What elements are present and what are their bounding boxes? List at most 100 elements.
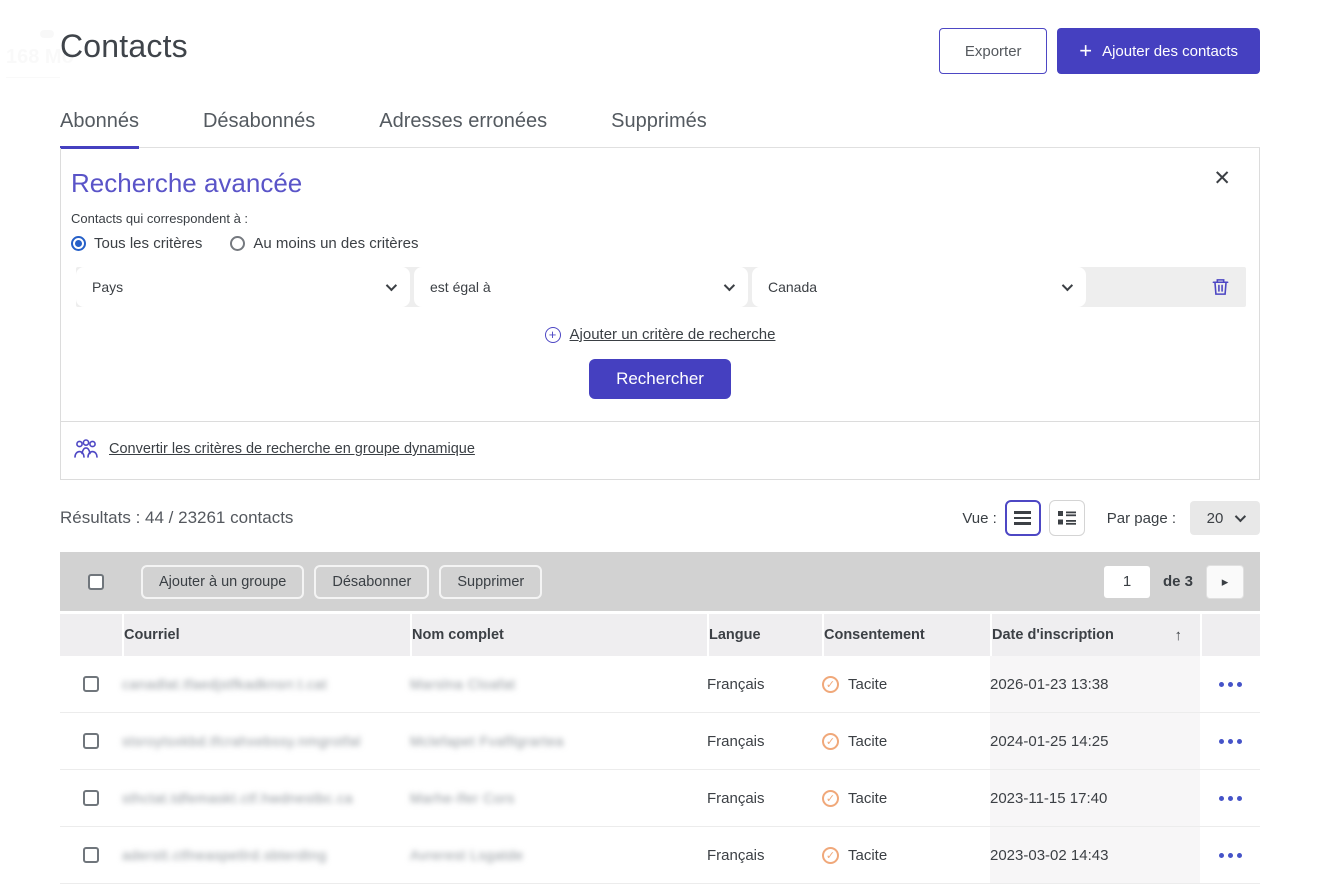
row-actions-menu[interactable] [1219,790,1242,807]
add-criteria-link-label[interactable]: Ajouter un critère de recherche [570,326,776,343]
contact-language: Français [707,847,822,864]
contact-email-redacted: canadlat.tfaedjstfkadknsrr.t.cat [122,676,327,692]
ghost-divider [6,77,60,78]
radio-checked-icon [71,236,86,251]
add-contacts-button[interactable]: + Ajouter des contacts [1057,28,1260,74]
header-date-label: Date d'inscription [992,627,1114,643]
ghost-pill [40,30,54,38]
row-actions-menu[interactable] [1219,676,1242,693]
criteria-field-select[interactable]: Pays [76,267,410,307]
close-icon[interactable]: ✕ [1213,168,1231,189]
card-view-toggle[interactable] [1049,500,1085,536]
radio-unchecked-icon [230,236,245,251]
contact-name-redacted: Marhe-lfer Cors [410,790,515,806]
plus-circle-icon: + [545,327,561,343]
header-checkbox-cell [60,614,122,656]
trash-icon [1211,277,1230,297]
row-checkbox[interactable] [83,733,99,749]
row-actions-menu[interactable] [1219,847,1242,864]
header-langue[interactable]: Langue [707,614,822,656]
tab-supprimes[interactable]: Supprimés [611,110,707,147]
per-page-select[interactable]: 20 [1190,501,1260,535]
header-consentement[interactable]: Consentement [822,614,990,656]
select-all-checkbox[interactable] [88,574,104,590]
criteria-value: Canada [768,279,817,295]
search-criteria-row: Pays est égal à Canada [76,267,1246,307]
consent-check-icon: ✓ [822,733,839,750]
chevron-down-icon [1062,280,1073,291]
results-summary: Résultats : 44 / 23261 contacts [60,508,293,528]
header-date-inscription[interactable]: Date d'inscription ↑ [990,614,1200,656]
table-header: Courriel Nom complet Langue Consentement… [60,614,1260,656]
results-bar: Résultats : 44 / 23261 contacts Vue : Pa… [60,500,1260,536]
criteria-value-select[interactable]: Canada [752,267,1086,307]
list-view-icon [1014,511,1031,525]
table-row: sthctat.tdfemaskt.ctf.hwdnestbc.ca Marhe… [60,770,1260,827]
page-number-input[interactable] [1104,566,1150,598]
next-page-icon: ▸ [1222,574,1229,590]
plus-icon: + [1079,40,1092,62]
per-page-label: Par page : [1107,510,1176,527]
consent-label: Tacite [848,676,887,693]
chevron-down-icon [386,280,397,291]
table-row: canadlat.tfaedjstfkadknsrr.t.cat Marslna… [60,656,1260,713]
radio-any-criteria[interactable]: Au moins un des critères [230,235,418,252]
header-nom-complet[interactable]: Nom complet [410,614,707,656]
row-checkbox[interactable] [83,790,99,806]
row-checkbox[interactable] [83,676,99,692]
header-actions-cell [1200,614,1260,656]
contacts-tabs: Abonnés Désabonnés Adresses erronées Sup… [60,110,1260,148]
advanced-search-panel: ✕ Recherche avancée Contacts qui corresp… [60,148,1260,480]
unsubscribe-button[interactable]: Désabonner [314,565,429,599]
consent-label: Tacite [848,733,887,750]
chevron-down-icon [1235,511,1246,522]
row-checkbox[interactable] [83,847,99,863]
consent-check-icon: ✓ [822,847,839,864]
list-view-toggle[interactable] [1005,500,1041,536]
radio-all-criteria[interactable]: Tous les critères [71,235,202,252]
card-view-icon [1058,510,1076,526]
radio-all-criteria-label: Tous les critères [94,235,202,252]
group-icon [73,438,99,460]
chevron-down-icon [724,280,735,291]
add-criteria-link[interactable]: + Ajouter un critère de recherche [61,326,1259,343]
criteria-operator-value: est égal à [430,279,491,295]
contact-email-redacted: stsroytsxkbd.tfcrahxebssy.nmgrotfal [122,733,361,749]
page-count-label: de 3 [1163,573,1193,590]
export-button[interactable]: Exporter [939,28,1047,74]
bulk-actions-toolbar: Ajouter à un groupe Désabonner Supprimer… [60,552,1260,611]
tab-desabonnes[interactable]: Désabonnés [203,110,315,147]
contacts-page: Contacts Exporter + Ajouter des contacts… [60,0,1260,884]
search-button[interactable]: Rechercher [589,359,731,399]
contact-language: Français [707,676,822,693]
radio-any-criteria-label: Au moins un des critères [253,235,418,252]
sort-ascending-icon[interactable]: ↑ [1175,627,1183,644]
pagination: de 3 ▸ [1104,565,1244,599]
row-actions-menu[interactable] [1219,733,1242,750]
contact-name-redacted: Avrerest Lsgatde [410,847,524,863]
table-row: stsroytsxkbd.tfcrahxebssy.nmgrotfal Mcle… [60,713,1260,770]
consent-check-icon: ✓ [822,676,839,693]
consent-check-icon: ✓ [822,790,839,807]
contact-date: 2023-11-15 17:40 [990,770,1200,826]
per-page-value: 20 [1207,510,1224,527]
add-to-group-button[interactable]: Ajouter à un groupe [141,565,304,599]
contacts-list: Ajouter à un groupe Désabonner Supprimer… [60,552,1260,884]
criteria-operator-select[interactable]: est égal à [414,267,748,307]
next-page-button[interactable]: ▸ [1206,565,1244,599]
criteria-field-value: Pays [92,279,123,295]
match-mode-radios: Tous les critères Au moins un des critèr… [61,226,1259,252]
tab-adresses-erronees[interactable]: Adresses erronées [379,110,547,147]
consent-label: Tacite [848,847,887,864]
page-title: Contacts [60,28,188,65]
table-row: aderstt.ctfneaspetlrd.sbterdtng Avrerest… [60,827,1260,884]
contact-name-redacted: Mclefapet Fvafllgrartea [410,733,564,749]
contact-date: 2023-03-02 14:43 [990,827,1200,883]
delete-button[interactable]: Supprimer [439,565,542,599]
delete-criteria-button[interactable] [1211,277,1230,297]
consent-label: Tacite [848,790,887,807]
convert-to-group-link[interactable]: Convertir les critères de recherche en g… [109,441,475,457]
header-courriel[interactable]: Courriel [122,614,410,656]
tab-abonnes[interactable]: Abonnés [60,110,139,149]
export-button-label: Exporter [965,43,1022,60]
